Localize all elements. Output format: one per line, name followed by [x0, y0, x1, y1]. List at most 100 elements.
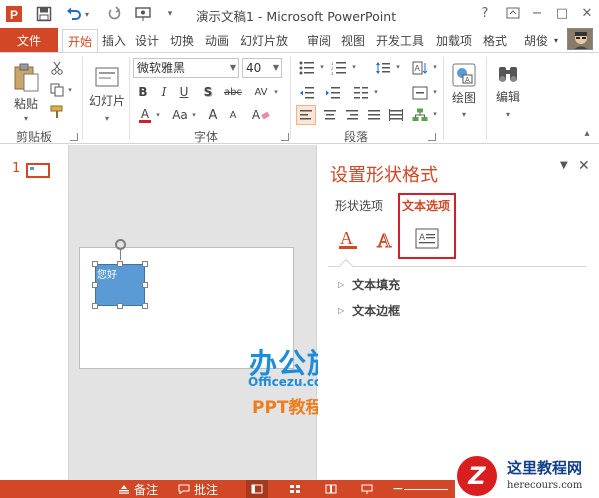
paste-button[interactable]: 粘贴	[8, 59, 44, 115]
text-effects-icon[interactable]: A	[370, 225, 400, 253]
text-direction-button[interactable]: A	[409, 58, 431, 78]
columns-button[interactable]	[350, 83, 372, 103]
resize-handle-w[interactable]	[92, 282, 98, 288]
format-painter-icon[interactable]	[48, 103, 66, 121]
slide-thumbnail[interactable]	[26, 163, 50, 178]
align-text-dropdown-icon[interactable]: ▾	[431, 87, 439, 97]
tab-format[interactable]: 格式	[480, 28, 510, 52]
line-spacing-button[interactable]	[372, 58, 394, 78]
copy-dropdown-icon[interactable]: ▾	[66, 85, 74, 95]
resize-handle-s[interactable]	[117, 303, 123, 309]
new-slide-button[interactable]: 幻灯片	[88, 59, 126, 115]
start-from-beginning-icon[interactable]	[134, 4, 154, 24]
font-dialog-launcher[interactable]	[281, 133, 289, 141]
save-icon[interactable]	[34, 4, 54, 24]
shrink-font-button[interactable]: A	[224, 106, 242, 124]
align-right-button[interactable]	[342, 105, 362, 125]
tab-view[interactable]: 视图	[338, 28, 368, 52]
font-name-combo[interactable]: 微软雅黑 ▼	[133, 58, 239, 78]
increase-indent-button[interactable]	[322, 83, 344, 103]
numbering-dropdown-icon[interactable]: ▾	[350, 62, 358, 72]
slideshow-button[interactable]	[356, 480, 378, 498]
text-fill-outline-icon[interactable]: A	[333, 225, 363, 253]
tab-addins[interactable]: 加载项	[432, 28, 476, 52]
new-slide-dropdown-icon[interactable]: ▾	[101, 113, 113, 123]
line-spacing-dropdown-icon[interactable]: ▾	[394, 62, 402, 72]
decrease-indent-button[interactable]	[296, 83, 318, 103]
shape-text[interactable]: 您好	[97, 266, 117, 281]
minimize-button[interactable]: −	[525, 2, 549, 24]
clipboard-dialog-launcher[interactable]	[70, 133, 78, 141]
customize-qat-icon[interactable]: ▾	[160, 4, 180, 24]
user-menu-chevron-icon[interactable]: ▾	[550, 28, 562, 52]
avatar[interactable]	[567, 28, 593, 50]
ribbon-display-options-icon[interactable]	[501, 2, 525, 24]
character-spacing-dropdown-icon[interactable]: ▾	[272, 87, 280, 97]
paste-dropdown-icon[interactable]: ▾	[20, 113, 32, 123]
numbering-button[interactable]: 123	[328, 58, 350, 78]
distributed-button[interactable]	[386, 105, 406, 125]
pane-close-icon[interactable]: ✕	[578, 158, 590, 174]
justify-button[interactable]	[364, 105, 384, 125]
editing-dropdown-icon[interactable]: ▾	[502, 109, 514, 119]
editing-button[interactable]: 编辑	[490, 59, 526, 109]
normal-view-button[interactable]	[246, 480, 268, 498]
smartart-dropdown-icon[interactable]: ▾	[431, 109, 439, 119]
change-case-button[interactable]: Aa	[170, 106, 190, 124]
textbox-icon[interactable]: A	[412, 225, 442, 253]
smartart-button[interactable]	[409, 105, 431, 125]
align-left-button[interactable]	[296, 105, 316, 125]
zoom-slider[interactable]	[404, 480, 448, 498]
user-account[interactable]: 胡俊	[518, 28, 554, 52]
section-text-outline[interactable]: ▷ 文本边框	[338, 302, 400, 319]
maximize-button[interactable]: □	[550, 2, 574, 24]
align-text-button[interactable]	[409, 83, 431, 103]
undo-icon[interactable]	[64, 4, 84, 24]
columns-dropdown-icon[interactable]: ▾	[372, 87, 380, 97]
reading-view-button[interactable]	[320, 480, 342, 498]
drawing-dropdown-icon[interactable]: ▾	[458, 109, 470, 119]
slide-sorter-button[interactable]	[284, 480, 306, 498]
tab-slideshow[interactable]: 幻灯片放	[236, 28, 292, 52]
tab-transitions[interactable]: 切换	[167, 28, 197, 52]
resize-handle-sw[interactable]	[92, 303, 98, 309]
cut-icon[interactable]	[48, 59, 66, 77]
tab-review[interactable]: 审阅	[304, 28, 334, 52]
font-size-combo[interactable]: 40 ▼	[242, 58, 282, 78]
font-name-dropdown-icon[interactable]: ▼	[230, 59, 236, 77]
tab-developer[interactable]: 开发工具	[372, 28, 428, 52]
tab-file[interactable]: 文件	[0, 28, 58, 52]
copy-icon[interactable]	[48, 81, 66, 99]
pane-options-chevron-icon[interactable]: ▼	[560, 160, 568, 171]
paragraph-dialog-launcher[interactable]	[428, 133, 436, 141]
tab-shape-options[interactable]: 形状选项	[335, 197, 383, 214]
font-color-button[interactable]: A	[136, 106, 154, 124]
resize-handle-ne[interactable]	[142, 261, 148, 267]
section-text-fill[interactable]: ▷ 文本填充	[338, 276, 400, 293]
undo-dropdown-icon[interactable]: ▾	[82, 4, 92, 24]
tab-animations[interactable]: 动画	[202, 28, 232, 52]
resize-handle-e[interactable]	[142, 282, 148, 288]
collapse-ribbon-icon[interactable]: ▴	[580, 127, 594, 139]
notes-button[interactable]: 备注	[118, 480, 158, 498]
zoom-out-button[interactable]: −	[392, 480, 404, 498]
tab-insert[interactable]: 插入	[99, 28, 129, 52]
close-button[interactable]: ✕	[575, 2, 599, 24]
tab-design[interactable]: 设计	[132, 28, 162, 52]
drawing-button[interactable]: A 绘图	[446, 59, 482, 109]
resize-handle-n[interactable]	[117, 261, 123, 267]
bullets-dropdown-icon[interactable]: ▾	[318, 62, 326, 72]
bold-button[interactable]: B	[135, 83, 151, 101]
resize-handle-se[interactable]	[142, 303, 148, 309]
help-button[interactable]: ?	[473, 2, 497, 24]
comments-button[interactable]: 批注	[178, 480, 218, 498]
tab-home[interactable]: 开始	[62, 29, 98, 53]
change-case-dropdown-icon[interactable]: ▾	[190, 110, 198, 120]
clear-formatting-button[interactable]: A	[250, 106, 272, 124]
powerpoint-app-icon[interactable]: P	[4, 4, 24, 24]
text-direction-dropdown-icon[interactable]: ▾	[431, 62, 439, 72]
italic-button[interactable]: I	[156, 83, 172, 101]
redo-icon[interactable]	[104, 4, 124, 24]
underline-button[interactable]: U	[176, 83, 192, 101]
character-spacing-button[interactable]: AV	[250, 83, 272, 101]
